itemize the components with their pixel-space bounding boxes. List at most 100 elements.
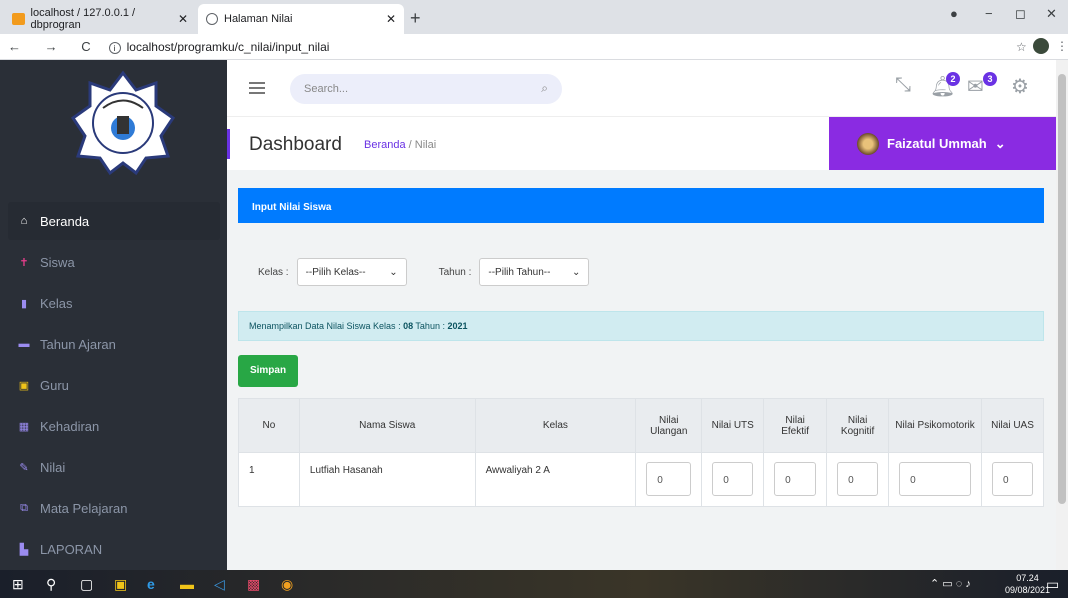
hamburger-menu-icon[interactable]	[249, 82, 265, 94]
new-tab-button[interactable]: +	[410, 8, 421, 29]
sidebar-item-label: Mata Pelajaran	[40, 500, 128, 516]
kelas-select[interactable]: --Pilih Kelas-- ⌄	[296, 258, 407, 286]
column-header: Kelas	[474, 398, 637, 453]
user-name: Faizatul Ummah	[887, 136, 987, 151]
vscode-icon[interactable]: ◁	[214, 576, 225, 593]
bookmark-star-icon[interactable]: ☆	[1016, 40, 1027, 54]
scrollbar-thumb[interactable]	[1058, 74, 1066, 504]
sidebar-item-laporan[interactable]: ▙ LAPORAN	[0, 530, 227, 568]
windows-start-icon[interactable]: ⊞	[12, 576, 24, 593]
info-icon[interactable]: i	[108, 41, 121, 54]
fullscreen-icon[interactable]: ⤡	[895, 74, 911, 97]
nilai-uts-input[interactable]: 0	[712, 462, 754, 496]
top-bar: Search... ⌕ ⤡ 🔔︎ 2 ✉ 3 ⚙	[227, 60, 1056, 116]
url-field[interactable]: i localhost/programku/c_nilai/input_nilai	[108, 40, 329, 54]
sidebar-item-beranda[interactable]: ⌂ Beranda	[8, 202, 220, 240]
report-icon: ▙	[19, 543, 29, 556]
nilai-ulangan-input[interactable]: 0	[646, 462, 692, 496]
nilai-uas-input[interactable]: 0	[992, 462, 1033, 496]
taskbar-clock[interactable]: 07.24 09/08/2021	[1005, 572, 1050, 596]
profile-avatar[interactable]	[1033, 38, 1049, 54]
teacher-icon: ▣	[18, 379, 30, 392]
sidebar-item-kehadiran[interactable]: ▦ Kehadiran	[0, 407, 227, 445]
task-view-icon[interactable]: ▢	[80, 576, 93, 593]
address-bar: ← → C i localhost/programku/c_nilai/input…	[0, 34, 1068, 60]
clock-date: 09/08/2021	[1005, 585, 1051, 595]
chevron-down-icon: ⌄	[994, 135, 1006, 151]
cell-kelas: Awwaliyah 2 A	[474, 452, 637, 507]
sidebar-item-label: Guru	[40, 377, 69, 393]
clock-time: 07.24	[1016, 573, 1039, 583]
system-tray[interactable]: ⌃ ▭ ◌ ♪	[930, 577, 971, 590]
info-kelas: 08	[403, 321, 414, 331]
chevron-down-icon: ⌄	[389, 266, 398, 278]
sidebar-item-guru[interactable]: ▣ Guru	[0, 366, 227, 404]
breadcrumb: Beranda / Nilai	[364, 139, 436, 151]
kelas-label: Kelas :	[258, 266, 289, 278]
header-accent	[227, 129, 230, 159]
column-header: Nama Siswa	[298, 398, 476, 453]
sidebar-item-kelas[interactable]: ▮ Kelas	[0, 284, 227, 322]
info-alert: Menampilkan Data Nilai Siswa Kelas : 08 …	[238, 311, 1044, 341]
dashboard-icon: ⌂	[20, 215, 28, 227]
file-explorer-icon[interactable]: ▬	[180, 576, 194, 592]
nav-buttons[interactable]: ← → C	[8, 39, 101, 54]
mail-badge: 3	[983, 72, 997, 86]
user-menu[interactable]: Faizatul Ummah ⌄	[829, 117, 1056, 170]
page-title: Dashboard	[249, 134, 342, 155]
chevron-down-icon: ⌄	[572, 266, 581, 278]
close-tab-icon[interactable]: ✕	[178, 12, 188, 26]
browser-tab-phpmyadmin[interactable]: localhost / 127.0.0.1 / dbprogran ✕	[4, 4, 196, 34]
school-logo	[70, 70, 176, 176]
mail-icon[interactable]: ✉	[967, 74, 984, 99]
sidebar-item-label: LAPORAN	[40, 541, 103, 557]
breadcrumb-current: Nilai	[414, 139, 437, 151]
close-window-button[interactable]: ✕	[1046, 6, 1057, 22]
sidebar-item-label: Siswa	[40, 254, 75, 270]
nilai-efektif-input[interactable]: 0	[774, 462, 817, 496]
app-icon[interactable]: ▩	[247, 576, 260, 593]
close-tab-icon[interactable]: ✕	[386, 12, 396, 26]
browser-tab-halaman-nilai[interactable]: Halaman Nilai ✕	[198, 4, 404, 34]
nilai-kognitif-input[interactable]: 0	[837, 462, 879, 496]
search-icon[interactable]: ⌕	[541, 81, 548, 96]
notification-center-icon[interactable]: ▭	[1046, 576, 1059, 593]
sidebar-item-label: Beranda	[40, 213, 90, 229]
sidebar-item-siswa[interactable]: ✝ Siswa	[0, 243, 227, 281]
chrome-icon[interactable]: ◉	[281, 576, 293, 593]
notification-badge: 2	[946, 72, 960, 86]
maximize-button[interactable]: ◻	[1015, 6, 1026, 22]
tab-title: localhost / 127.0.0.1 / dbprogran	[30, 7, 136, 31]
pencil-icon: ✎	[19, 461, 29, 474]
search-icon[interactable]: ⚲	[46, 576, 56, 593]
copy-icon: ⧉	[20, 501, 28, 514]
cell-no: 1	[238, 452, 300, 507]
gear-icon[interactable]: ⚙	[1011, 74, 1029, 99]
page-header: Dashboard Beranda / Nilai Faizatul Ummah…	[227, 116, 1056, 170]
info-tahun-label: Tahun :	[413, 321, 448, 331]
sidebar-item-mata-pelajaran[interactable]: ⧉ Mata Pelajaran	[0, 489, 227, 527]
calendar-icon: ▦	[18, 420, 30, 433]
tab-title: Halaman Nilai	[224, 13, 293, 25]
tahun-select-value: --Pilih Tahun--	[488, 266, 551, 278]
sidebar-item-tahun-ajaran[interactable]: ▬ Tahun Ajaran	[0, 325, 227, 363]
sidebar-item-nilai[interactable]: ✎ Nilai	[0, 448, 227, 486]
page-scrollbar[interactable]	[1056, 60, 1068, 570]
edge-icon[interactable]: e	[147, 576, 155, 592]
profile-icon[interactable]: ●	[950, 6, 958, 21]
tahun-select[interactable]: --Pilih Tahun-- ⌄	[479, 258, 590, 286]
filter-bar: Kelas : --Pilih Kelas-- ⌄ Tahun : --Pili…	[258, 258, 590, 286]
cell-nama: Lutfiah Hasanah	[298, 452, 476, 507]
table-row: 1 Lutfiah Hasanah Awwaliyah 2 A 0 0 0 0 …	[238, 452, 1044, 507]
store-icon[interactable]: ▣	[114, 576, 127, 593]
breadcrumb-home-link[interactable]: Beranda	[364, 139, 406, 151]
card-title: Input Nilai Siswa	[238, 188, 1044, 223]
avatar	[857, 132, 879, 155]
column-header: Nilai Kognitif	[826, 398, 890, 453]
menu-dots-icon[interactable]: ⋮	[1056, 39, 1068, 53]
save-button[interactable]: Simpan	[238, 355, 298, 387]
search-input[interactable]: Search... ⌕	[290, 74, 562, 104]
breadcrumb-separator: /	[408, 139, 412, 151]
nilai-psikomotorik-input[interactable]: 0	[899, 462, 971, 496]
minimize-button[interactable]: −	[985, 6, 993, 21]
